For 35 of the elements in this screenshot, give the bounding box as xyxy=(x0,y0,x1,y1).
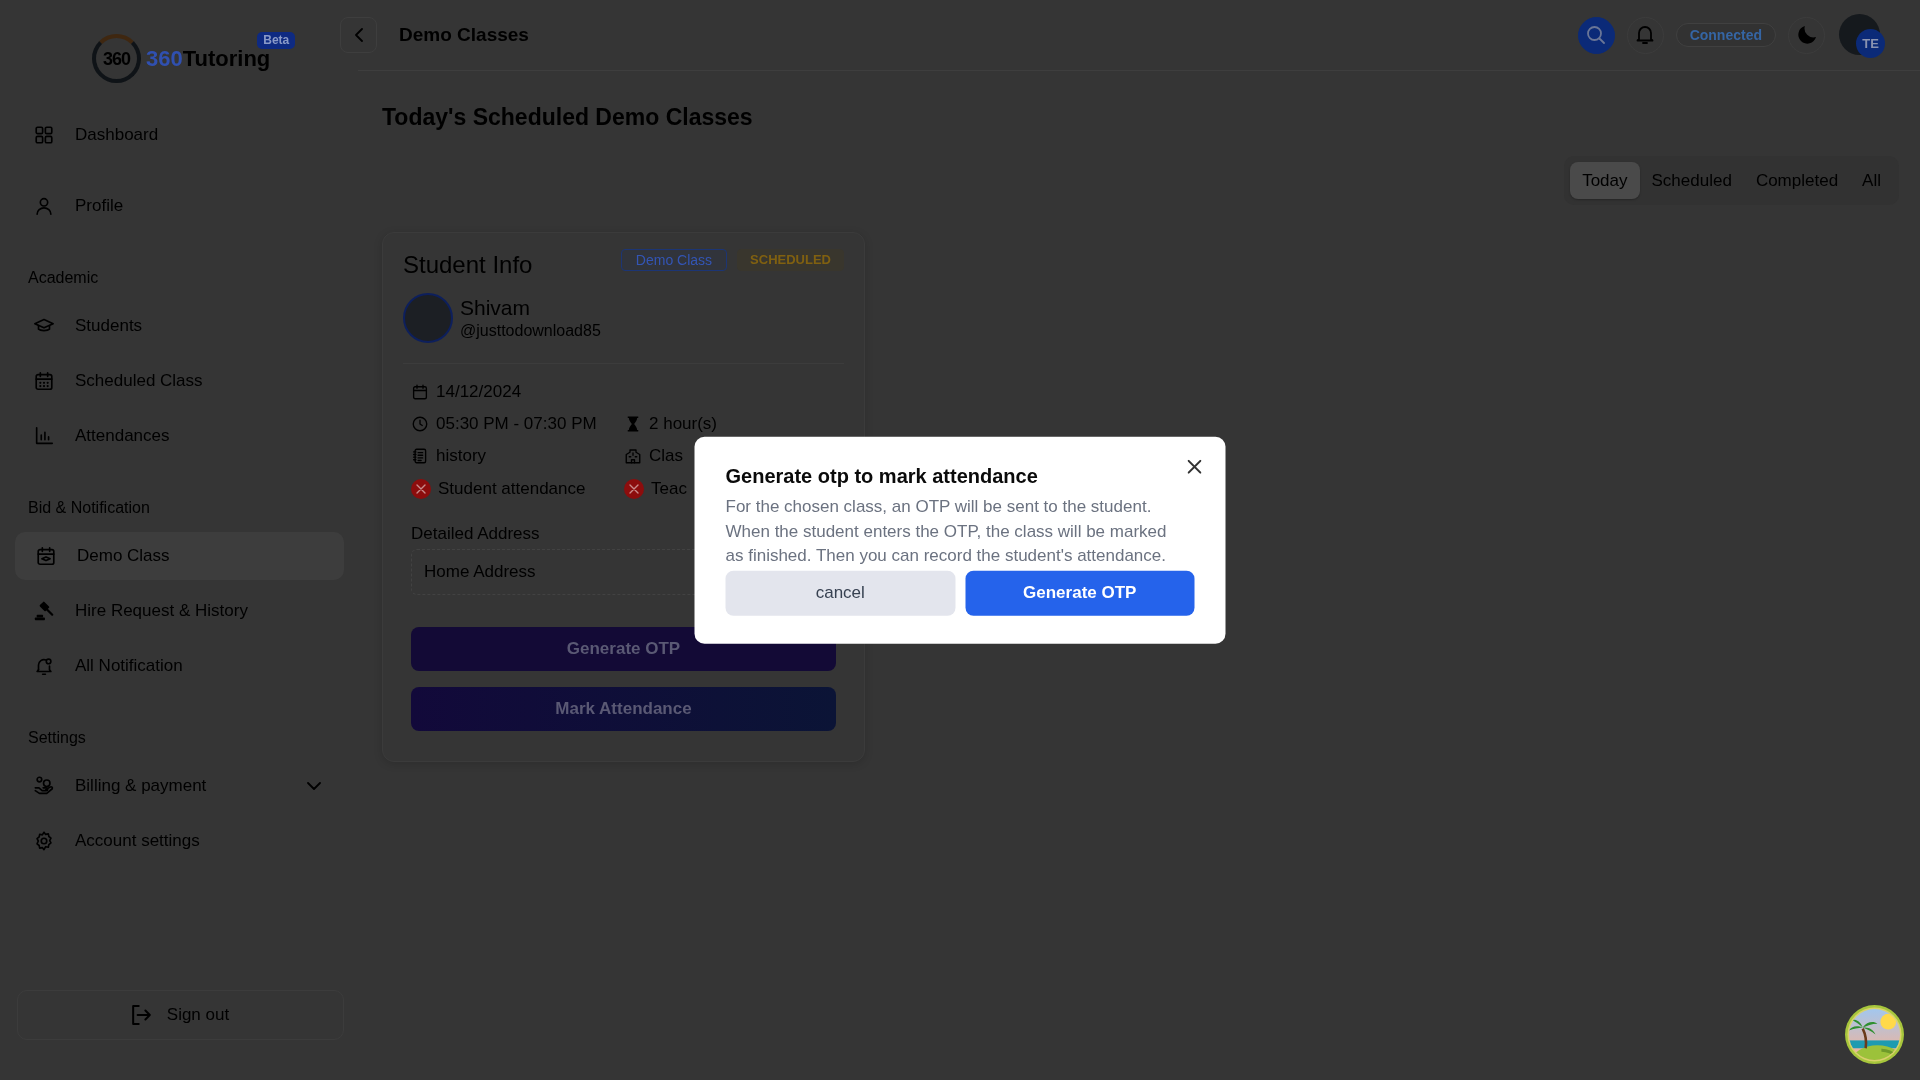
notes-icon xyxy=(411,447,429,465)
close-button[interactable] xyxy=(1185,457,1204,476)
person-icon xyxy=(33,195,55,217)
gavel-icon xyxy=(33,600,55,622)
calendar-icon xyxy=(33,370,55,392)
beta-badge: Beta xyxy=(257,32,296,49)
generate-otp-button[interactable]: Generate OTP xyxy=(965,570,1195,616)
initials-badge: TE xyxy=(1856,29,1885,58)
class-type-badge: Demo Class xyxy=(620,249,728,271)
sign-out-icon xyxy=(131,1005,151,1025)
close-icon xyxy=(1187,459,1202,474)
nav-item[interactable]: Demo Class xyxy=(15,532,344,580)
calendar-cap-icon xyxy=(35,545,57,567)
grid-icon xyxy=(33,124,55,146)
bar-chart-icon xyxy=(33,425,55,447)
school-building-icon xyxy=(624,447,642,465)
dialog-title: Generate otp to mark attendance xyxy=(725,463,1039,489)
search-icon xyxy=(1587,26,1606,44)
connection-status: Connected xyxy=(1675,23,1776,47)
cancel-button[interactable]: cancel xyxy=(725,570,955,616)
mark-attendance-button[interactable]: Mark Attendance xyxy=(411,687,836,731)
moon-icon xyxy=(1797,26,1816,44)
gear-icon xyxy=(33,830,55,852)
student-avatar xyxy=(403,293,453,343)
bell-icon xyxy=(33,655,55,677)
chevron-left-icon xyxy=(354,28,363,42)
calendar-icon xyxy=(411,383,429,401)
collapse-sidebar-button[interactable] xyxy=(340,17,377,53)
beach-island-icon[interactable] xyxy=(1845,1005,1904,1064)
clock-icon xyxy=(411,415,429,433)
hand-coins-icon xyxy=(33,775,55,797)
filter-tab[interactable]: Today xyxy=(1570,162,1640,199)
bell-icon xyxy=(1636,26,1655,44)
status-badge: SCHEDULED xyxy=(737,249,844,271)
search-button[interactable] xyxy=(1577,16,1615,54)
